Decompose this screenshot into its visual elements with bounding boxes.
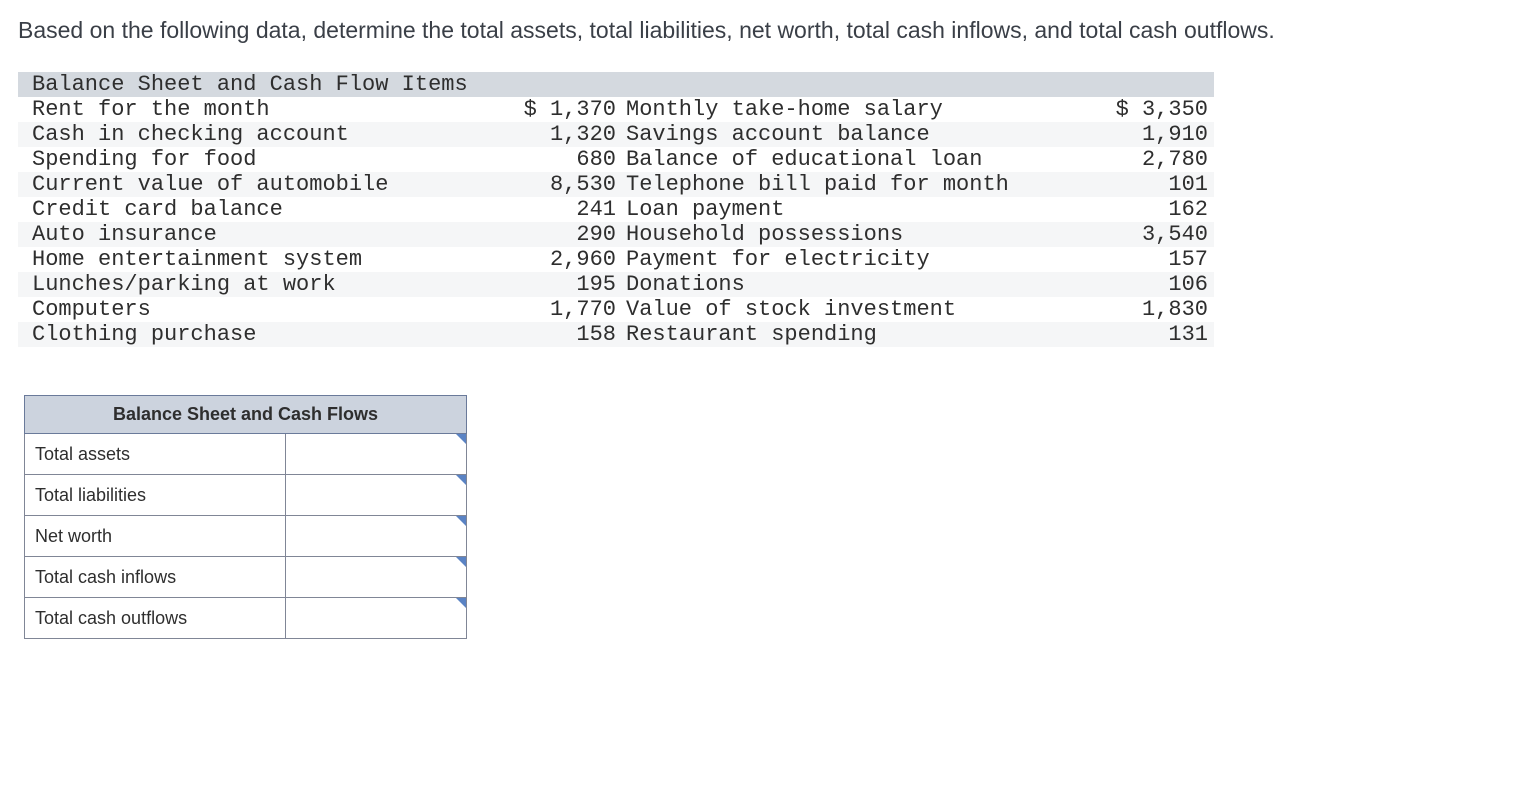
total-liabilities-input[interactable] — [286, 475, 466, 515]
table-row: Total assets — [25, 434, 467, 475]
data-right-value: 3,540 — [915, 222, 1214, 247]
data-left-value: 158 — [317, 322, 616, 347]
table-row: Total cash outflows — [25, 598, 467, 639]
total-cash-inflows-input[interactable] — [286, 557, 466, 597]
data-left-label: Current value of automobile — [18, 172, 317, 197]
data-left-value: 1,770 — [317, 297, 616, 322]
data-right-label: Payment for electricity — [616, 247, 915, 272]
data-right-label: Telephone bill paid for month — [616, 172, 915, 197]
data-right-value: 106 — [915, 272, 1214, 297]
data-right-value: 1,910 — [915, 122, 1214, 147]
data-right-label: Balance of educational loan — [616, 147, 915, 172]
data-right-label: Donations — [616, 272, 915, 297]
data-right-label: Household possessions — [616, 222, 915, 247]
data-left-value: $ 1,370 — [317, 97, 616, 122]
answer-label: Total cash outflows — [25, 598, 286, 639]
data-right-value: 157 — [915, 247, 1214, 272]
data-left-label: Spending for food — [18, 147, 317, 172]
data-left-label: Credit card balance — [18, 197, 317, 222]
data-left-label: Computers — [18, 297, 317, 322]
answer-label: Total cash inflows — [25, 557, 286, 598]
answer-label: Net worth — [25, 516, 286, 557]
data-left-value: 1,320 — [317, 122, 616, 147]
data-right-value: 131 — [915, 322, 1214, 347]
data-right-value: 162 — [915, 197, 1214, 222]
data-left-label: Cash in checking account — [18, 122, 317, 147]
table-row: Total liabilities — [25, 475, 467, 516]
question-text: Based on the following data, determine t… — [18, 14, 1518, 46]
data-right-label: Monthly take-home salary — [616, 97, 915, 122]
answer-label: Total liabilities — [25, 475, 286, 516]
net-worth-input[interactable] — [286, 516, 466, 556]
data-left-value: 241 — [317, 197, 616, 222]
data-left-value: 680 — [317, 147, 616, 172]
balance-sheet-items-table: Balance Sheet and Cash Flow Items Rent f… — [18, 72, 1214, 347]
input-flag-icon — [456, 516, 466, 526]
total-cash-outflows-input[interactable] — [286, 598, 466, 638]
table-row: Net worth — [25, 516, 467, 557]
data-left-label: Rent for the month — [18, 97, 317, 122]
data-left-label: Auto insurance — [18, 222, 317, 247]
data-right-label: Savings account balance — [616, 122, 915, 147]
data-left-value: 290 — [317, 222, 616, 247]
table-row: Total cash inflows — [25, 557, 467, 598]
input-flag-icon — [456, 475, 466, 485]
data-table-header: Balance Sheet and Cash Flow Items — [18, 72, 1214, 97]
total-assets-input[interactable] — [286, 434, 466, 474]
data-left-label: Clothing purchase — [18, 322, 317, 347]
input-flag-icon — [456, 557, 466, 567]
data-right-value: $ 3,350 — [915, 97, 1214, 122]
input-flag-icon — [456, 434, 466, 444]
input-flag-icon — [456, 598, 466, 608]
data-left-value: 195 — [317, 272, 616, 297]
data-left-label: Home entertainment system — [18, 247, 317, 272]
answer-table: Balance Sheet and Cash Flows Total asset… — [24, 395, 467, 639]
answer-table-header: Balance Sheet and Cash Flows — [25, 396, 467, 434]
data-right-label: Restaurant spending — [616, 322, 915, 347]
answer-label: Total assets — [25, 434, 286, 475]
data-right-label: Loan payment — [616, 197, 915, 222]
data-left-label: Lunches/parking at work — [18, 272, 317, 297]
data-right-label: Value of stock investment — [616, 297, 915, 322]
data-right-value: 1,830 — [915, 297, 1214, 322]
